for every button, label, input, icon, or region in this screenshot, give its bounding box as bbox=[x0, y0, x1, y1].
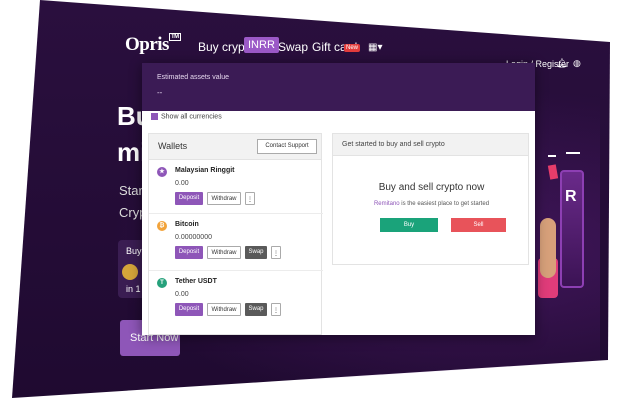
wallet-name: Malaysian Ringgit bbox=[175, 167, 235, 174]
trademark-mark: TM bbox=[169, 33, 181, 41]
bitcoin-icon: ₿ bbox=[157, 221, 167, 231]
get-started-header: Get started to buy and sell crypto bbox=[333, 134, 528, 156]
buy-button[interactable]: Buy bbox=[380, 218, 438, 232]
deposit-button[interactable]: Deposit bbox=[175, 303, 203, 316]
decoration-line bbox=[566, 152, 580, 154]
sell-button[interactable]: Sell bbox=[451, 218, 506, 232]
globe-icon[interactable]: ◍ bbox=[573, 58, 581, 69]
wallets-card: Wallets Contact Support ★ Malaysian Ring… bbox=[148, 133, 323, 335]
buy-sell-subtitle: Remitano is the easiest place to get sta… bbox=[333, 201, 530, 207]
nav-inrr-badge[interactable]: INRR bbox=[244, 37, 279, 53]
deposit-button[interactable]: Deposit bbox=[175, 246, 203, 259]
hand-illustration bbox=[540, 218, 556, 278]
wallet-row-bitcoin: ₿ Bitcoin 0.00000000 Deposit Withdraw Sw… bbox=[149, 215, 323, 271]
get-started-title: Get started to buy and sell crypto bbox=[342, 141, 445, 148]
decoration-line bbox=[548, 155, 556, 157]
wallet-row-ringgit: ★ Malaysian Ringgit 0.00 Deposit Withdra… bbox=[149, 161, 323, 214]
apps-grid-icon[interactable]: ▦▾ bbox=[368, 42, 382, 53]
promo-in-label: in 1 bbox=[126, 284, 141, 294]
estimated-assets-label: Estimated assets value bbox=[157, 74, 229, 81]
get-started-card: Get started to buy and sell crypto Buy a… bbox=[332, 133, 529, 265]
wallet-row-tether: T Tether USDT 0.00 Deposit Withdraw Swap… bbox=[149, 272, 323, 335]
remitano-link[interactable]: Remitano bbox=[374, 201, 400, 207]
wallet-balance: 0.00000000 bbox=[175, 234, 212, 241]
wallet-balance: 0.00 bbox=[175, 291, 189, 298]
wallet-name: Tether USDT bbox=[175, 278, 217, 285]
dashboard-panel: Estimated assets value -- Show all curre… bbox=[142, 63, 535, 335]
ringgit-icon: ★ bbox=[157, 167, 167, 177]
withdraw-button[interactable]: Withdraw bbox=[207, 246, 241, 259]
wallet-balance: 0.00 bbox=[175, 180, 189, 187]
wallets-title: Wallets bbox=[158, 141, 188, 151]
deposit-button[interactable]: Deposit bbox=[175, 192, 203, 205]
contact-support-button[interactable]: Contact Support bbox=[257, 139, 317, 154]
show-all-label: Show all currencies bbox=[161, 113, 222, 121]
opris-logo[interactable]: Opris TM bbox=[125, 33, 181, 56]
withdraw-button[interactable]: Withdraw bbox=[207, 192, 241, 205]
more-options-button[interactable]: ⋮ bbox=[271, 246, 281, 259]
promo-buy-label: Buy bbox=[126, 246, 142, 256]
more-options-button[interactable]: ⋮ bbox=[245, 192, 255, 205]
wallets-header: Wallets Contact Support bbox=[149, 134, 321, 160]
checkbox-checked-icon[interactable] bbox=[151, 113, 158, 120]
bell-icon[interactable]: 🔔︎ bbox=[556, 58, 567, 69]
swap-button[interactable]: Swap bbox=[245, 246, 267, 259]
swap-button[interactable]: Swap bbox=[245, 303, 267, 316]
estimated-assets-banner: Estimated assets value -- bbox=[142, 63, 535, 111]
show-all-currencies-checkbox[interactable]: Show all currencies bbox=[151, 113, 222, 120]
buy-sell-heading: Buy and sell crypto now bbox=[378, 182, 485, 193]
wallet-name: Bitcoin bbox=[175, 221, 199, 228]
nav-swap[interactable]: Swap bbox=[278, 40, 308, 54]
tether-icon: T bbox=[157, 278, 167, 288]
remitano-r-icon: R bbox=[565, 188, 577, 205]
estimated-assets-value: -- bbox=[157, 88, 163, 97]
more-options-button[interactable]: ⋮ bbox=[271, 303, 281, 316]
withdraw-button[interactable]: Withdraw bbox=[207, 303, 241, 316]
subtitle-text: is the easiest place to get started bbox=[399, 201, 490, 207]
phone-illustration: R bbox=[560, 170, 584, 288]
screenshot-stage: Opris TM Buy crypto INRR Swap Gift card N… bbox=[0, 0, 634, 407]
new-badge: New bbox=[344, 44, 361, 52]
coin-icon bbox=[122, 264, 138, 280]
top-navigation: Opris TM Buy crypto INRR Swap Gift card N… bbox=[125, 33, 595, 69]
